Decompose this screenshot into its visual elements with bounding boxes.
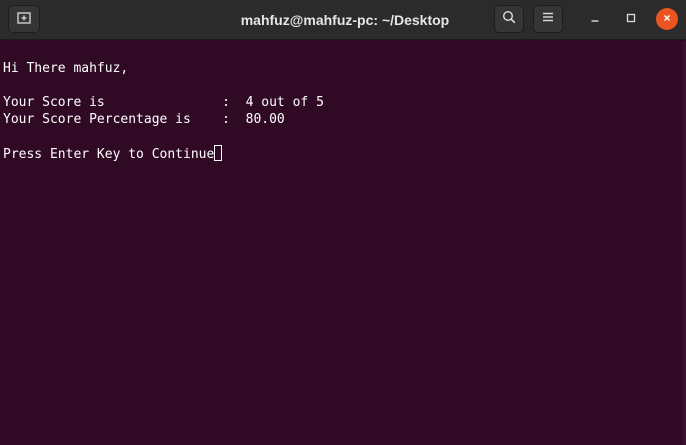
window-title: mahfuz@mahfuz-pc: ~/Desktop <box>240 12 450 28</box>
maximize-icon <box>626 10 636 28</box>
percentage-line: Your Score Percentage is : 80.00 <box>3 112 285 127</box>
prompt-text: Press Enter Key to Continue <box>3 147 215 162</box>
terminal-output[interactable]: Hi There mahfuz, Your Score is : 4 out o… <box>0 41 686 445</box>
greeting-line: Hi There mahfuz, <box>3 61 129 76</box>
new-tab-button[interactable] <box>8 5 40 33</box>
new-tab-icon <box>17 10 31 29</box>
maximize-button[interactable] <box>620 8 642 30</box>
close-icon <box>662 10 672 28</box>
menu-button[interactable] <box>533 5 563 33</box>
score-line: Your Score is : 4 out of 5 <box>3 95 324 110</box>
title-bar: mahfuz@mahfuz-pc: ~/Desktop <box>0 0 686 40</box>
minimize-button[interactable] <box>584 8 606 30</box>
search-icon <box>502 10 516 29</box>
search-button[interactable] <box>494 5 524 33</box>
text-cursor <box>214 145 223 161</box>
minimize-icon <box>590 10 600 28</box>
terminal-window: mahfuz@mahfuz-pc: ~/Desktop Hi There mah… <box>0 0 686 445</box>
close-button[interactable] <box>656 8 678 30</box>
prompt-line: Press Enter Key to Continue <box>3 145 686 162</box>
hamburger-menu-icon <box>542 10 554 28</box>
